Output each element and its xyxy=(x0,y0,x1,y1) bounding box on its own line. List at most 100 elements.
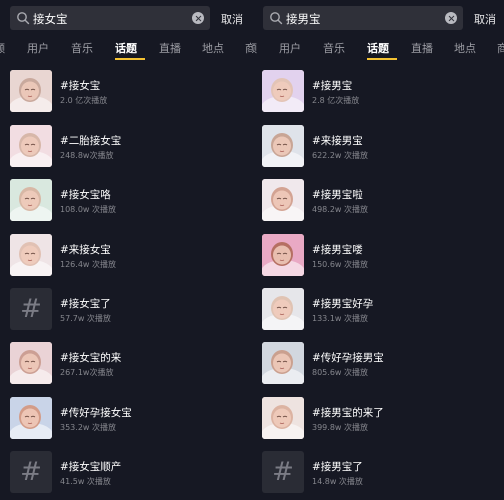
topic-views: 267.1w次播放 xyxy=(60,368,114,377)
topic-thumbnail xyxy=(262,397,304,439)
topic-views: 57.7w 次播放 xyxy=(60,314,111,323)
category-tabs: 频 用户 音乐 话题 直播 地点 商 xyxy=(0,38,252,62)
topic-title: #二胎接女宝 xyxy=(60,135,122,147)
topic-thumbnail xyxy=(262,70,304,112)
topic-thumbnail xyxy=(262,125,304,167)
baby-photo-icon xyxy=(262,342,304,384)
baby-photo-icon xyxy=(10,397,52,439)
topic-thumbnail xyxy=(10,397,52,439)
list-item[interactable]: #接男宝的来了 399.8w 次播放 xyxy=(262,397,502,441)
topic-views: 622.2w 次播放 xyxy=(312,151,368,160)
magnifier-icon xyxy=(17,12,30,25)
topic-title: #接男宝了 xyxy=(312,461,363,473)
topic-title: #接男宝 xyxy=(312,80,353,92)
list-item[interactable]: #传好孕接女宝 353.2w 次播放 xyxy=(10,397,250,441)
list-item[interactable]: #传好孕接男宝 805.6w 次播放 xyxy=(262,342,502,386)
list-item[interactable]: #来接男宝 622.2w 次播放 xyxy=(262,125,502,169)
topic-views: 2.8 亿次播放 xyxy=(312,96,360,105)
tab-topics[interactable]: 话题 xyxy=(115,40,137,56)
baby-photo-icon xyxy=(262,70,304,112)
topic-views: 353.2w 次播放 xyxy=(60,423,116,432)
clear-icon[interactable] xyxy=(192,12,204,24)
topic-thumbnail xyxy=(10,179,52,221)
topic-title: #接女宝咯 xyxy=(60,189,111,201)
tab-places[interactable]: 地点 xyxy=(202,40,224,56)
list-item[interactable]: #接男宝好孕 133.1w 次播放 xyxy=(262,288,502,332)
tab-music[interactable]: 音乐 xyxy=(323,40,345,56)
topic-title: #接男宝喽 xyxy=(312,244,363,256)
search-query: 接男宝 xyxy=(286,12,321,26)
list-item[interactable]: #接女宝咯 108.0w 次播放 xyxy=(10,179,250,223)
baby-photo-icon xyxy=(262,179,304,221)
tab-places[interactable]: 地点 xyxy=(454,40,476,56)
topic-views: 14.8w 次播放 xyxy=(312,477,363,486)
topic-thumbnail xyxy=(10,342,52,384)
baby-photo-icon xyxy=(10,125,52,167)
topic-title: #接男宝的来了 xyxy=(312,407,384,419)
tab-shop[interactable]: 商 xyxy=(245,40,252,56)
topic-title: #来接女宝 xyxy=(60,244,111,256)
screen-left: 接女宝 取消 频 用户 音乐 话题 直播 地点 商 #接女宝 2.0 亿次播放 … xyxy=(0,0,252,500)
category-tabs: 频 用户 音乐 话题 直播 地点 商 xyxy=(252,38,504,62)
topic-title: #来接男宝 xyxy=(312,135,363,147)
screen-right: 接男宝 取消 频 用户 音乐 话题 直播 地点 商 #接男宝 2.8 亿次播放 … xyxy=(252,0,504,500)
topic-views: 41.5w 次播放 xyxy=(60,477,111,486)
cancel-button[interactable]: 取消 xyxy=(474,11,496,27)
topic-views: 150.6w 次播放 xyxy=(312,260,368,269)
active-tab-indicator xyxy=(367,58,397,60)
search-input[interactable]: 接女宝 xyxy=(10,6,210,30)
baby-photo-icon xyxy=(10,179,52,221)
topic-thumbnail xyxy=(10,125,52,167)
baby-photo-icon xyxy=(10,70,52,112)
list-item[interactable]: #接女宝 2.0 亿次播放 xyxy=(10,70,250,114)
topic-title: #接男宝好孕 xyxy=(312,298,374,310)
tab-users[interactable]: 用户 xyxy=(279,40,301,56)
baby-photo-icon xyxy=(10,234,52,276)
search-input[interactable]: 接男宝 xyxy=(263,6,463,30)
tab-music[interactable]: 音乐 xyxy=(71,40,93,56)
list-item[interactable]: #接男宝啦 498.2w 次播放 xyxy=(262,179,502,223)
active-tab-indicator xyxy=(115,58,145,60)
list-item[interactable]: # #接女宝顺产 41.5w 次播放 xyxy=(10,451,250,495)
topic-views: 805.6w 次播放 xyxy=(312,368,368,377)
baby-photo-icon xyxy=(10,342,52,384)
clear-icon[interactable] xyxy=(445,12,457,24)
list-item[interactable]: # #接男宝了 14.8w 次播放 xyxy=(262,451,502,495)
tab-shop[interactable]: 商 xyxy=(497,40,504,56)
hashtag-icon: # xyxy=(10,451,52,493)
tab-video[interactable]: 频 xyxy=(252,40,257,56)
topic-views: 498.2w 次播放 xyxy=(312,205,368,214)
topic-title: #接女宝了 xyxy=(60,298,111,310)
list-item[interactable]: # #接女宝了 57.7w 次播放 xyxy=(10,288,250,332)
baby-photo-icon xyxy=(262,125,304,167)
topic-views: 399.8w 次播放 xyxy=(312,423,368,432)
baby-photo-icon xyxy=(262,288,304,330)
list-item[interactable]: #来接女宝 126.4w 次播放 xyxy=(10,234,250,278)
tab-users[interactable]: 用户 xyxy=(27,40,49,56)
topic-title: #接女宝 xyxy=(60,80,101,92)
list-item[interactable]: #接女宝的来 267.1w次播放 xyxy=(10,342,250,386)
baby-photo-icon xyxy=(262,234,304,276)
topic-thumbnail xyxy=(262,179,304,221)
hashtag-icon: # xyxy=(262,451,304,493)
baby-photo-icon xyxy=(262,397,304,439)
magnifier-icon xyxy=(270,12,283,25)
tab-topics[interactable]: 话题 xyxy=(367,40,389,56)
list-item[interactable]: #接男宝喽 150.6w 次播放 xyxy=(262,234,502,278)
list-item[interactable]: #接男宝 2.8 亿次播放 xyxy=(262,70,502,114)
topic-thumbnail xyxy=(262,342,304,384)
topic-views: 126.4w 次播放 xyxy=(60,260,116,269)
topic-title: #传好孕接女宝 xyxy=(60,407,132,419)
list-item[interactable]: #二胎接女宝 248.8w次播放 xyxy=(10,125,250,169)
search-query: 接女宝 xyxy=(33,12,68,26)
topic-title: #传好孕接男宝 xyxy=(312,352,384,364)
tab-live[interactable]: 直播 xyxy=(411,40,433,56)
topic-thumbnail xyxy=(262,288,304,330)
tab-live[interactable]: 直播 xyxy=(159,40,181,56)
topic-views: 248.8w次播放 xyxy=(60,151,114,160)
cancel-button[interactable]: 取消 xyxy=(221,11,243,27)
tab-video[interactable]: 频 xyxy=(0,40,5,56)
topic-title: #接男宝啦 xyxy=(312,189,363,201)
topic-title: #接女宝的来 xyxy=(60,352,122,364)
topic-thumbnail xyxy=(10,234,52,276)
